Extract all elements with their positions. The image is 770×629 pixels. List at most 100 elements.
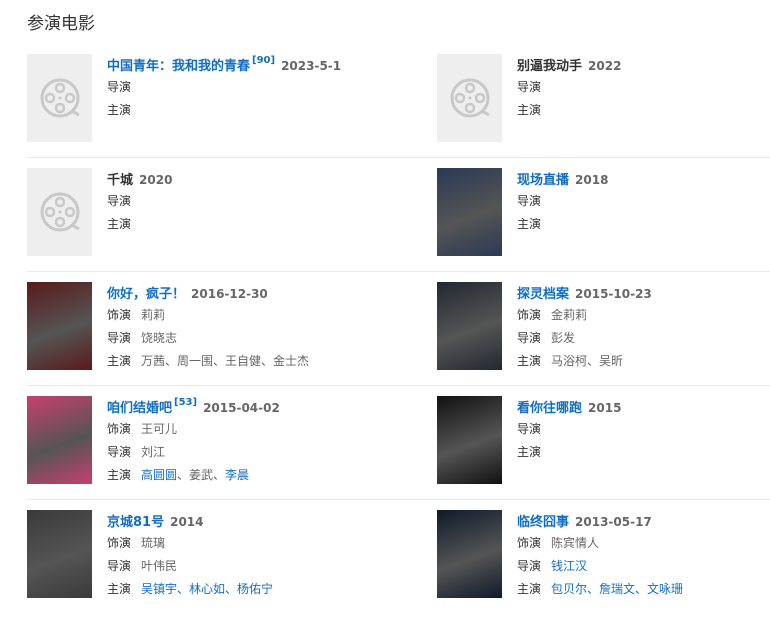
film-poster-image[interactable] [437, 282, 502, 370]
film-poster-image[interactable] [27, 510, 92, 598]
film-year: 2023-5-1 [281, 59, 342, 73]
person-link[interactable]: 钱江汉 [551, 559, 587, 573]
film-card: 探灵档案 2015-10-23 饰演 金莉莉 导演 彭发 主演 马浴柯、吴昕 [437, 282, 767, 372]
meta-value: 叶伟民 [141, 559, 178, 573]
film-poster-image[interactable] [27, 396, 92, 484]
meta-label: 主演 [517, 445, 542, 459]
meta-value: 彭发 [551, 331, 576, 345]
film-poster-image[interactable] [437, 396, 502, 484]
meta-value: 莉莉 [141, 308, 166, 322]
meta-label: 导演 [107, 80, 132, 94]
film-info: 现场直播 2018 导演主演 [517, 168, 767, 236]
film-row: 中国青年：我和我的青春 [90] 2023-5-1 导演主演 别逼我动手 2022 导演主演 [27, 43, 770, 157]
film-title-link[interactable]: 京城81号 [107, 515, 164, 530]
film-info: 临终囧事 2013-05-17 饰演 陈宾情人 导演 钱江汉 主演 包贝尔、詹瑞文、文咏珊 [517, 510, 767, 601]
film-title-link[interactable]: 别逼我动手 [517, 59, 582, 74]
film-reel-icon[interactable] [437, 54, 502, 142]
film-info: 中国青年：我和我的青春 [90] 2023-5-1 导演主演 [107, 54, 357, 122]
film-card: 中国青年：我和我的青春 [90] 2023-5-1 导演主演 [27, 54, 357, 144]
film-info: 你好，疯子！ 2016-12-30 饰演 莉莉导演 饶晓志 主演 万茜、周一围、王自健、金士… [107, 282, 357, 373]
meta-label: 导演 [517, 331, 542, 345]
meta-label: 主演 [107, 217, 132, 231]
film-card: 千城 2020 导演主演 [27, 168, 357, 258]
film-row: 千城 2020 导演主演 现场直播 2018 导演主演 [27, 157, 770, 271]
citation-ref[interactable]: [53] [174, 397, 197, 408]
meta-value: 王可儿 [141, 422, 178, 436]
film-poster-image[interactable] [437, 168, 502, 256]
meta-label: 导演 [517, 194, 542, 208]
meta-value: 马浴柯、吴昕 [551, 354, 624, 368]
meta-label: 主演 [107, 468, 132, 482]
film-reel-icon[interactable] [27, 168, 92, 256]
film-meta-row: 主演 马浴柯、吴昕 [517, 350, 767, 373]
film-info: 千城 2020 导演主演 [107, 168, 357, 236]
meta-label: 导演 [107, 559, 132, 573]
film-meta-row: 导演 刘江 [107, 441, 357, 464]
meta-value: 琉璃 [141, 536, 166, 550]
film-row: 京城81号 2014 饰演 琉璃 导演 叶伟民 主演 吴镇宇、林心如、杨佑宁 临终囧事 2013-… [27, 499, 770, 613]
person-link[interactable]: 高圆圆 [141, 468, 177, 482]
film-title-link[interactable]: 千城 [107, 173, 133, 188]
meta-label: 主演 [517, 582, 542, 596]
film-info: 别逼我动手 2022 导演 主演 [517, 54, 767, 122]
film-title-link[interactable]: 现场直播 [517, 173, 569, 188]
film-card: 别逼我动手 2022 导演 主演 [437, 54, 767, 144]
film-row: 咱们结婚吧 [53] 2015-04-02 饰演 王可儿 导演 刘江 主演 高圆圆、姜武、李晨看… [27, 385, 770, 499]
film-row: 你好，疯子！ 2016-12-30 饰演 莉莉导演 饶晓志 主演 万茜、周一围、王自健、金士… [27, 271, 770, 385]
film-year: 2015-04-02 [203, 401, 280, 415]
person-link[interactable]: 吴镇宇、林心如、杨佑宁 [141, 582, 273, 596]
film-meta-row: 主演 [517, 213, 767, 236]
film-year: 2014 [170, 515, 204, 529]
film-info: 看你往哪跑 2015 导演主演 [517, 396, 767, 464]
film-title-link[interactable]: 中国青年：我和我的青春 [107, 59, 250, 74]
meta-label: 导演 [517, 422, 542, 436]
film-year: 2015 [588, 401, 622, 415]
film-meta-row: 主演 [107, 213, 357, 236]
person-link[interactable]: 包贝尔、詹瑞文、文咏珊 [551, 582, 683, 596]
meta-value: 、姜武、 [177, 468, 226, 482]
film-card: 你好，疯子！ 2016-12-30 饰演 莉莉导演 饶晓志 主演 万茜、周一围、王自健、金士… [27, 282, 357, 372]
film-card: 咱们结婚吧 [53] 2015-04-02 饰演 王可儿 导演 刘江 主演 高圆圆、姜武、李晨 [27, 396, 357, 486]
film-card: 现场直播 2018 导演主演 [437, 168, 767, 258]
film-meta-row: 主演 [517, 441, 767, 464]
film-meta-row: 导演 [107, 190, 357, 213]
meta-label: 导演 [107, 194, 132, 208]
film-meta-row: 导演 [107, 76, 357, 99]
film-year: 2013-05-17 [575, 515, 652, 529]
film-year: 2022 [588, 59, 622, 73]
film-meta-row: 主演 万茜、周一围、王自健、金士杰 [107, 350, 357, 373]
meta-label: 饰演 [517, 536, 542, 550]
film-poster-image[interactable] [437, 510, 502, 598]
film-card: 京城81号 2014 饰演 琉璃 导演 叶伟民 主演 吴镇宇、林心如、杨佑宁 [27, 510, 357, 600]
film-meta-row: 主演 高圆圆、姜武、李晨 [107, 464, 357, 487]
meta-label: 导演 [107, 331, 132, 345]
film-info: 京城81号 2014 饰演 琉璃 导演 叶伟民 主演 吴镇宇、林心如、杨佑宁 [107, 510, 357, 601]
film-title-link[interactable]: 咱们结婚吧 [107, 401, 172, 416]
meta-label: 主演 [107, 103, 132, 117]
film-poster-image[interactable] [27, 282, 92, 370]
meta-label: 饰演 [107, 308, 132, 322]
film-info: 咱们结婚吧 [53] 2015-04-02 饰演 王可儿 导演 刘江 主演 高圆圆、姜武、李晨 [107, 396, 357, 487]
film-meta-row: 主演 [107, 99, 357, 122]
film-title-link[interactable]: 看你往哪跑 [517, 401, 582, 416]
meta-value: 陈宾情人 [551, 536, 600, 550]
film-meta-row: 导演 [517, 418, 767, 441]
film-meta-row: 导演 彭发 [517, 327, 767, 350]
film-title-link[interactable]: 临终囧事 [517, 515, 569, 530]
film-info: 探灵档案 2015-10-23 饰演 金莉莉 导演 彭发 主演 马浴柯、吴昕 [517, 282, 767, 373]
citation-ref[interactable]: [90] [252, 55, 275, 66]
film-year: 2020 [139, 173, 173, 187]
section-title: 参演电影 [27, 14, 95, 34]
film-year: 2016-12-30 [191, 287, 268, 301]
film-title-link[interactable]: 探灵档案 [517, 287, 569, 302]
film-meta-row: 主演 包贝尔、詹瑞文、文咏珊 [517, 578, 767, 601]
meta-label: 主演 [517, 354, 542, 368]
person-link[interactable]: 李晨 [225, 468, 249, 482]
meta-label: 导演 [517, 559, 542, 573]
film-meta-row: 导演 饶晓志 [107, 327, 357, 350]
film-reel-icon[interactable] [27, 54, 92, 142]
meta-label: 饰演 [107, 422, 132, 436]
film-year: 2018 [575, 173, 609, 187]
film-title-link[interactable]: 你好，疯子！ [107, 287, 185, 302]
meta-value: 金莉莉 [551, 308, 588, 322]
